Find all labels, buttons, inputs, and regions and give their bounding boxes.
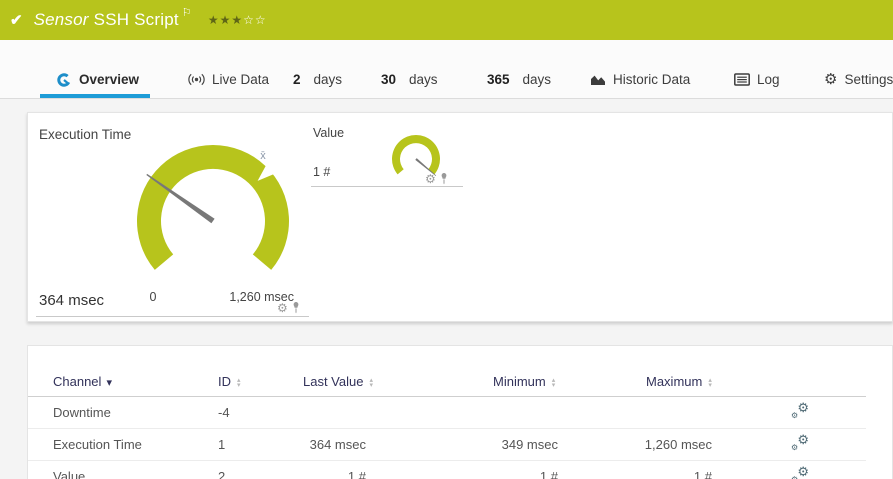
table-row: Value 2 1 # 1 # 1 # ⚙⚙ [28,460,866,479]
page-title: Sensor SSH Script ⚐ [33,7,192,30]
table-row: Execution Time 1 364 msec 349 msec 1,260… [28,428,866,461]
tab-overview[interactable]: Overview [56,62,139,97]
tab-label: Live Data [212,72,270,87]
tab-label: Settings [844,72,893,87]
gauge-min-label: 0 [150,290,157,304]
pin-icon[interactable] [439,173,449,185]
tab-label: Historic Data [613,72,691,87]
cell-maximum: 1 # [613,460,763,479]
area-chart-icon [591,75,605,85]
stars-filled: ★★★ [207,13,244,27]
cell-channel[interactable]: Execution Time [28,428,193,461]
secondary-gauge-tools: ⚙ [425,173,449,185]
cell-minimum: 1 # [463,460,613,479]
tab-label: Overview [79,72,140,87]
panel-gap [27,322,893,345]
cell-last-value [278,396,463,429]
tab-label: Log [757,72,780,87]
tab-number: 30 [381,72,397,87]
pin-icon[interactable] [291,302,301,314]
channel-settings-gears-icon[interactable]: ⚙⚙ [791,400,809,420]
column-header-actions [763,368,866,397]
execution-time-gauge: x̄ 0 1,260 msec [137,145,294,304]
divider [311,186,463,187]
status-ok-check-icon: ✔ [10,12,23,29]
tab-live-data[interactable]: Live Data [188,62,269,97]
tab-number: 2 [293,72,301,87]
gear-icon[interactable]: ⚙ [277,302,288,314]
mean-marker-label: x̄ [260,150,266,162]
content-area: Execution Time x̄ 0 1,260 msec 364 msec … [0,99,893,479]
sort-icon: ▴ ▾ [237,376,241,389]
tab-2-days[interactable]: 2 days [293,62,342,97]
cell-maximum [613,396,763,429]
tab-log[interactable]: Log [734,62,780,97]
tab-number: 365 [487,72,510,87]
channels-table: Channel ▾ ID ▴ ▾ Last Value ▴ ▾ Minimum ▴ ▾ Max… [28,368,866,479]
column-header-channel[interactable]: Channel ▾ [28,368,193,397]
primary-gauge-tools: ⚙ [277,302,301,314]
active-tab-underline [40,94,150,98]
tab-365-days[interactable]: 365 days [487,62,551,97]
tab-historic-data[interactable]: Historic Data [590,62,690,97]
column-header-id[interactable]: ID ▴ ▾ [193,368,278,397]
cell-id: 2 [193,460,278,479]
sort-desc-icon: ▾ [106,377,112,389]
gauge-icon [57,72,71,87]
sort-icon: ▴ ▾ [551,376,556,389]
gear-icon[interactable]: ⚙ [425,173,436,185]
secondary-current-value: 1 # [313,165,331,179]
sensor-titlebar: ✔ Sensor SSH Script ⚐ ★★★☆☆ [0,0,893,40]
title-prefix: Sensor [33,10,89,29]
tab-30-days[interactable]: 30 days [381,62,438,97]
channels-panel: Channel ▾ ID ▴ ▾ Last Value ▴ ▾ Minimum ▴ ▾ Max… [27,345,893,479]
sort-icon: ▴ ▾ [369,376,373,389]
cell-id: 1 [193,428,278,461]
sensor-name: SSH Script [93,10,179,29]
tab-settings[interactable]: ⚙ Settings [824,62,893,97]
flag-icon: ⚐ [181,7,192,19]
column-header-maximum[interactable]: Maximum ▴ ▾ [613,368,763,397]
cell-channel[interactable]: Value [28,460,193,479]
priority-stars[interactable]: ★★★☆☆ [208,13,267,27]
primary-current-value: 364 msec [39,292,105,309]
table-row: Downtime -4 ⚙ ⚙ [28,396,866,429]
tab-label: days [313,72,343,87]
gauges-panel: Execution Time x̄ 0 1,260 msec 364 msec … [27,112,893,322]
cell-id: -4 [193,396,278,429]
channel-settings-gears-icon[interactable]: ⚙⚙ [791,432,809,452]
primary-gauge-title: Execution Time [39,127,132,142]
cell-maximum: 1,260 msec [613,428,763,461]
broadcast-icon [188,73,205,86]
sort-icon: ▴ ▾ [708,376,712,389]
tab-label: days [522,72,552,87]
stars-empty: ☆☆ [243,13,267,27]
table-header-row: Channel ▾ ID ▴ ▾ Last Value ▴ ▾ Minimum ▴ ▾ Max… [28,368,866,397]
cell-minimum: 349 msec [463,428,613,461]
log-icon [734,73,750,86]
cell-last-value: 364 msec [278,428,463,461]
secondary-gauge-title: Value [313,126,345,140]
channel-settings-gears-icon[interactable]: ⚙⚙ [791,464,809,479]
gear-icon: ⚙ [824,71,838,88]
tab-bar: Overview Live Data 2 days 30 days 365 days … [0,40,893,99]
cell-channel[interactable]: Downtime [28,396,193,429]
cell-minimum [463,396,613,429]
tab-label: days [409,72,438,87]
cell-last-value: 1 # [278,460,463,479]
divider [36,316,309,317]
column-header-minimum[interactable]: Minimum ▴ ▾ [463,368,613,397]
column-header-last-value[interactable]: Last Value ▴ ▾ [278,368,463,397]
